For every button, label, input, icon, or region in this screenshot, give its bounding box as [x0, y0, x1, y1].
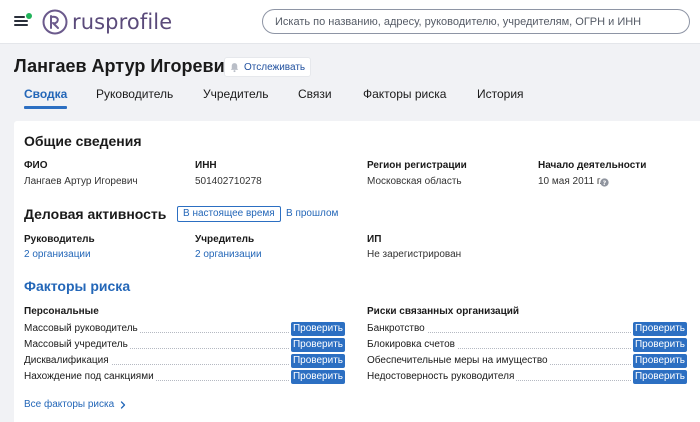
logo[interactable]: rusprofile	[42, 9, 172, 35]
fio-value: Лангаев Артур Игоревич	[24, 176, 138, 187]
risk-row: Обеспечительные меры на имущество Провер…	[367, 354, 687, 368]
risk-row: Массовый руководитель Проверить	[24, 322, 345, 336]
start-value: 10 мая 2011 г.	[538, 176, 603, 187]
fio-label: ФИО	[24, 160, 48, 171]
inn-label: ИНН	[195, 160, 217, 171]
risk-name: Банкротство	[367, 323, 427, 334]
check-button[interactable]: Проверить	[291, 338, 345, 352]
tab-history[interactable]: История	[477, 80, 524, 108]
risk-name: Дисквалификация	[24, 355, 111, 366]
check-button[interactable]: Проверить	[633, 354, 687, 368]
bell-icon	[230, 62, 239, 72]
follow-label: Отслеживать	[244, 61, 306, 73]
page-title: Лангаев Артур Игоревич	[14, 56, 236, 76]
founder-label: Учредитель	[195, 234, 255, 245]
summary-card: Общие сведения ФИО Лангаев Артур Игореви…	[14, 121, 700, 422]
director-label: Руководитель	[24, 234, 95, 245]
risks-title[interactable]: Факторы риска	[24, 278, 130, 294]
search-box[interactable]	[262, 9, 690, 34]
start-label: Начало деятельности	[538, 160, 647, 171]
tab-summary[interactable]: Сводка	[24, 80, 68, 109]
region-label: Регион регистрации	[367, 160, 467, 171]
logo-mark-icon	[42, 9, 68, 35]
notification-dot	[26, 13, 32, 19]
all-risks-label: Все факторы риска	[24, 399, 115, 410]
risk-name: Нахождение под санкциями	[24, 371, 156, 382]
check-button[interactable]: Проверить	[633, 338, 687, 352]
top-header: rusprofile	[0, 0, 700, 44]
tab-founder[interactable]: Учредитель	[203, 80, 269, 108]
risk-name: Массовый учредитель	[24, 339, 130, 350]
svg-text:?: ?	[603, 180, 607, 187]
check-button[interactable]: Проверить	[291, 370, 345, 384]
general-title: Общие сведения	[24, 133, 142, 149]
check-button[interactable]: Проверить	[633, 322, 687, 336]
founder-orgs-link[interactable]: 2 организации	[195, 249, 262, 260]
logo-text: rusprofile	[72, 10, 173, 34]
check-button[interactable]: Проверить	[291, 322, 345, 336]
risk-row: Нахождение под санкциями Проверить	[24, 370, 345, 384]
risk-row: Банкротство Проверить	[367, 322, 687, 336]
related-risks-title: Риски связанных организаций	[367, 306, 520, 317]
risk-name: Массовый руководитель	[24, 323, 140, 334]
follow-button[interactable]: Отслеживать	[224, 57, 312, 77]
tab-connections[interactable]: Связи	[298, 80, 332, 108]
period-past-button[interactable]: В прошлом	[280, 206, 344, 222]
activity-title: Деловая активность	[24, 206, 167, 222]
chevron-right-icon	[121, 400, 126, 409]
all-risks-link[interactable]: Все факторы риска	[24, 399, 127, 410]
risk-name: Недостоверность руководителя	[367, 371, 517, 382]
info-icon[interactable]: ?	[600, 178, 609, 187]
inn-value: 501402710278	[195, 176, 262, 187]
risk-name: Обеспечительные меры на имущество	[367, 355, 550, 366]
check-button[interactable]: Проверить	[291, 354, 345, 368]
risk-row: Недостоверность руководителя Проверить	[367, 370, 687, 384]
risk-row: Массовый учредитель Проверить	[24, 338, 345, 352]
menu-icon[interactable]	[12, 13, 32, 29]
search-input[interactable]	[263, 10, 689, 33]
risk-name: Блокировка счетов	[367, 339, 457, 350]
tab-risk-factors[interactable]: Факторы риска	[363, 80, 446, 108]
director-orgs-link[interactable]: 2 организации	[24, 249, 91, 260]
region-value: Московская область	[367, 176, 462, 187]
check-button[interactable]: Проверить	[633, 370, 687, 384]
period-now-button[interactable]: В настоящее время	[177, 206, 281, 222]
risk-row: Блокировка счетов Проверить	[367, 338, 687, 352]
tab-director[interactable]: Руководитель	[96, 80, 173, 108]
ip-value: Не зарегистрирован	[367, 249, 462, 260]
risk-row: Дисквалификация Проверить	[24, 354, 345, 368]
personal-risks-title: Персональные	[24, 306, 99, 317]
ip-label: ИП	[367, 234, 382, 245]
